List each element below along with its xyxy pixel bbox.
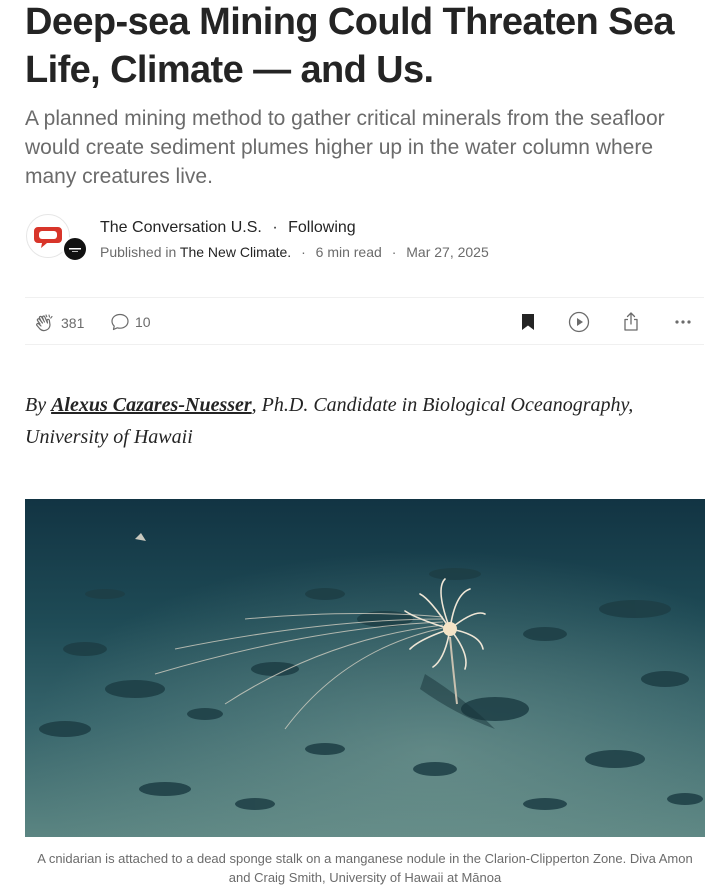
divider-bottom [25, 344, 704, 345]
image-caption: A cnidarian is attached to a dead sponge… [37, 851, 693, 885]
action-bar: 381 10 [25, 300, 704, 342]
read-time: 6 min read [315, 244, 382, 260]
publication-link[interactable]: The New Climate. [180, 244, 291, 260]
publish-meta: Published in The New Climate. · 6 min re… [100, 243, 489, 261]
author-line: The Conversation U.S. · Following [100, 218, 356, 238]
clap-icon [36, 314, 53, 332]
deep-sea-photo-icon [25, 499, 705, 837]
comment-button[interactable]: 10 [109, 311, 151, 333]
separator-dot: · [272, 219, 278, 236]
clap-button[interactable]: 381 [33, 311, 84, 335]
more-icon [675, 320, 691, 324]
share-button[interactable] [619, 310, 643, 334]
more-button[interactable] [671, 310, 695, 334]
share-icon [624, 312, 638, 331]
following-button[interactable]: Following [288, 219, 356, 236]
publication-logo-icon [69, 248, 81, 252]
publication-avatar[interactable] [62, 236, 88, 262]
separator-dot: · [391, 244, 397, 260]
clap-count: 381 [61, 315, 85, 331]
bookmark-icon [522, 314, 534, 330]
author-name-link[interactable]: The Conversation U.S. [100, 219, 262, 236]
listen-button[interactable] [567, 310, 591, 334]
published-in-label: Published in [100, 244, 177, 260]
comment-count: 10 [135, 314, 151, 330]
publish-date: Mar 27, 2025 [406, 244, 489, 260]
article-subtitle: A planned mining method to gather critic… [25, 107, 665, 188]
byline-author-link[interactable]: Alexus Cazares-Nuesser [51, 394, 252, 416]
divider-top [25, 297, 704, 298]
article-title: Deep-sea Mining Could Threaten Sea Life,… [25, 1, 675, 91]
byline-prefix: By [25, 394, 47, 416]
article-image [25, 499, 705, 837]
bookmark-button[interactable] [516, 310, 540, 334]
comment-icon [111, 313, 129, 331]
separator-dot: · [301, 244, 306, 260]
play-icon [568, 311, 590, 333]
byline: By Alexus Cazares-Nuesser, Ph.D. Candida… [25, 389, 685, 453]
